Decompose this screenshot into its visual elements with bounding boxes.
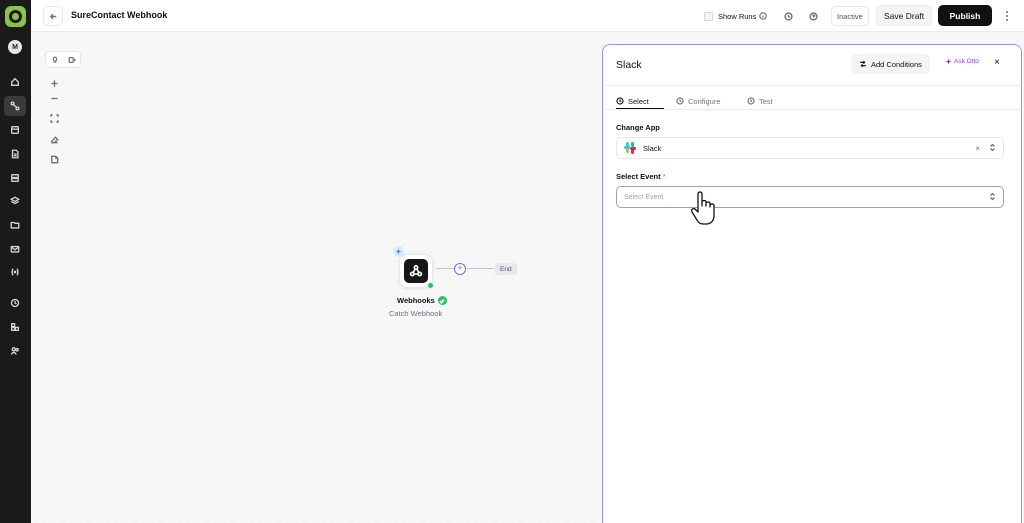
tab-select[interactable]: Select <box>616 93 649 109</box>
avatar[interactable]: M <box>8 40 22 54</box>
ask-otto-button[interactable]: Ask Otto <box>945 58 979 65</box>
info-icon <box>759 12 768 20</box>
tab-label: Configure <box>688 96 721 106</box>
show-runs-checkbox[interactable] <box>704 11 713 21</box>
panel-toggle-icon[interactable] <box>68 56 76 64</box>
sparkle-icon <box>945 58 952 65</box>
required-marker: * <box>662 172 666 181</box>
node-title: Webhooks <box>397 296 447 305</box>
node-title-text: Webhooks <box>397 296 435 305</box>
layers-icon[interactable] <box>4 191 26 211</box>
close-icon[interactable]: × <box>992 57 1002 69</box>
documents-icon[interactable] <box>4 144 26 164</box>
clock-icon <box>616 97 624 105</box>
panel-title: Slack <box>616 59 642 71</box>
publish-button[interactable]: Publish <box>938 5 992 26</box>
zoom-out-icon[interactable] <box>46 90 62 106</box>
chevron-up-down-icon <box>989 143 996 154</box>
more-options-icon[interactable] <box>1000 6 1014 26</box>
help-icon <box>808 11 818 21</box>
canvas-view-controls[interactable] <box>45 51 81 68</box>
app-logo[interactable] <box>5 6 26 27</box>
database-icon[interactable] <box>4 168 26 188</box>
workflows-icon[interactable] <box>4 96 26 116</box>
mail-icon[interactable] <box>4 239 26 259</box>
history-button[interactable] <box>779 6 797 26</box>
top-bar: SureContact Webhook Show Runs Inactive S… <box>31 0 1024 32</box>
check-circle-icon <box>437 296 447 305</box>
clock-icon <box>676 97 684 105</box>
select-event-dropdown[interactable]: Select Event <box>616 186 1004 208</box>
divider <box>603 109 1020 110</box>
tab-label: Select <box>628 96 649 106</box>
edge-line <box>436 268 454 269</box>
tab-label: Test <box>759 96 773 106</box>
conditions-icon <box>860 60 866 68</box>
chevron-up-down-icon <box>989 192 996 203</box>
clock-icon <box>747 97 755 105</box>
divider <box>603 85 1020 86</box>
node-status-dot <box>428 283 433 288</box>
tab-configure[interactable]: Configure <box>676 93 721 109</box>
app-sidebar: M <box>0 0 31 523</box>
arrow-left-icon <box>49 13 56 19</box>
zoom-in-icon[interactable] <box>46 75 62 91</box>
clear-icon[interactable]: × <box>975 144 980 153</box>
fit-view-icon[interactable] <box>46 110 62 126</box>
add-conditions-label: Add Conditions <box>871 59 922 69</box>
history-icon <box>783 11 793 21</box>
integrations-icon[interactable] <box>4 317 26 337</box>
ask-otto-label: Ask Otto <box>954 58 979 65</box>
workflow-title: SureContact Webhook <box>71 10 168 20</box>
users-icon[interactable] <box>4 341 26 361</box>
eraser-icon[interactable] <box>46 131 62 147</box>
add-step-button[interactable]: + <box>454 263 466 275</box>
change-app-value: Slack <box>643 143 662 153</box>
node-subtitle: Catch Webhook <box>389 309 443 318</box>
select-event-label: Select Event * <box>616 172 666 181</box>
webhook-icon <box>404 259 428 283</box>
change-app-select[interactable]: Slack × <box>616 137 1004 159</box>
tab-test[interactable]: Test <box>747 93 773 109</box>
templates-icon[interactable] <box>4 120 26 140</box>
edge-line <box>467 268 494 269</box>
hand-pointer-cursor <box>690 191 715 225</box>
add-conditions-button[interactable]: Add Conditions <box>851 54 930 74</box>
variables-icon[interactable] <box>4 262 26 282</box>
status-badge[interactable]: Inactive <box>831 6 869 26</box>
history-icon[interactable] <box>4 293 26 313</box>
slack-icon <box>624 142 636 154</box>
show-runs-toggle[interactable]: Show Runs <box>699 6 772 26</box>
back-button[interactable] <box>43 6 63 26</box>
lightbulb-icon[interactable] <box>51 56 59 64</box>
help-button[interactable] <box>804 6 822 26</box>
home-icon[interactable] <box>4 72 26 92</box>
step-config-panel: Slack Add Conditions Ask Otto × Select C… <box>602 44 1022 523</box>
select-event-label-text: Select Event <box>616 172 661 181</box>
show-runs-label: Show Runs <box>718 11 757 21</box>
change-app-label: Change App <box>616 123 660 132</box>
note-icon[interactable] <box>46 151 62 167</box>
folder-icon[interactable] <box>4 215 26 235</box>
end-node: End <box>495 263 517 275</box>
select-event-placeholder: Select Event <box>624 193 664 201</box>
save-draft-button[interactable]: Save Draft <box>876 5 933 26</box>
